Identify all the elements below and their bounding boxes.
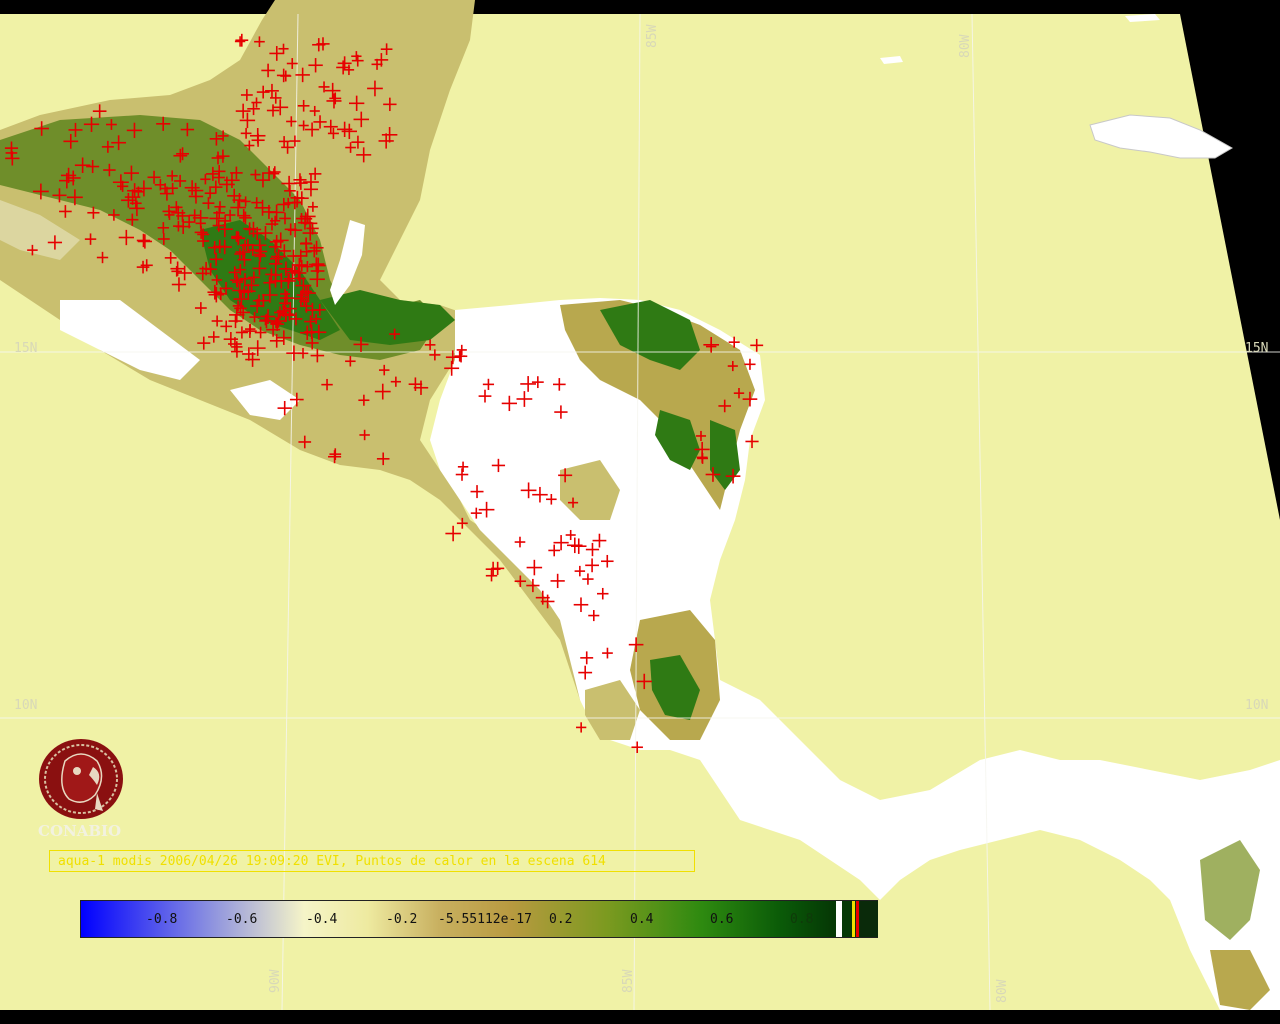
evi-color-legend: -0.8 -0.6 -0.4 -0.2 -5.55112e-17 0.2 0.4… <box>80 900 878 938</box>
legend-tick: -5.55112e-17 <box>438 912 532 927</box>
lat-label-10n-right: 10N <box>1245 698 1269 713</box>
legend-tick: -0.8 <box>146 912 178 927</box>
legend-tick: 0.2 <box>549 912 573 927</box>
conabio-macaw-logo-icon <box>39 739 123 819</box>
lat-label-10n-left: 10N <box>14 698 38 713</box>
legend-swatch-cloud <box>836 901 842 937</box>
legend-tick: -0.4 <box>306 912 338 927</box>
legend-tick: -0.2 <box>386 912 418 927</box>
lat-label-15n-right: 15N <box>1245 341 1269 356</box>
lon-label-80w-bottom: 80W <box>995 979 1010 1003</box>
scene-title: aqua-1 modis 2006/04/26 19:09:20 EVI, Pu… <box>58 854 606 869</box>
lat-label-15n-left: 15N <box>14 341 38 356</box>
legend-swatch-end <box>860 901 878 937</box>
lon-label-85w-bottom: 85W <box>621 969 636 993</box>
lon-label-85w-top: 85W <box>645 24 660 48</box>
legend-tick: 0.4 <box>630 912 654 927</box>
scene-title-box: aqua-1 modis 2006/04/26 19:09:20 EVI, Pu… <box>49 850 695 872</box>
legend-swatch-hotspot <box>856 901 859 937</box>
legend-tick: 0.8 <box>790 912 814 927</box>
lon-label-80w-top: 80W <box>958 34 973 58</box>
legend-tick: 0.6 <box>710 912 734 927</box>
legend-tick: -0.6 <box>226 912 258 927</box>
conabio-wordmark: CONABIO <box>38 822 122 840</box>
legend-swatch-yellow <box>852 901 855 937</box>
lon-label-90w-bottom: 90W <box>268 969 283 993</box>
